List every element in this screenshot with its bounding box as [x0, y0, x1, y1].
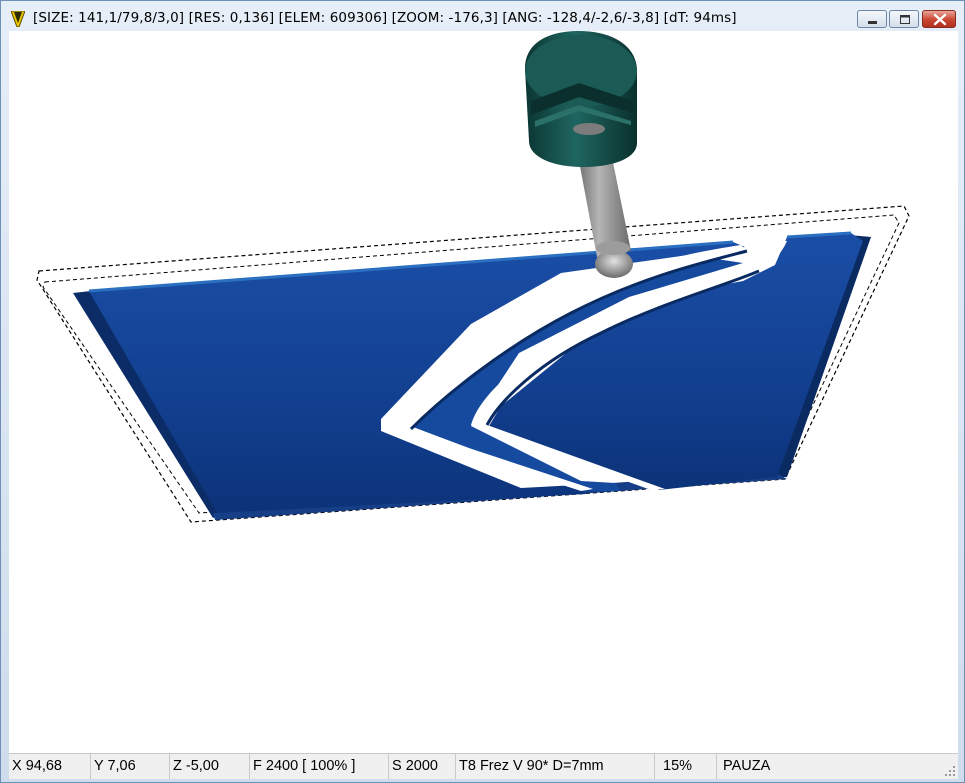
simulator-window: [SIZE: 141,1/79,8/3,0] [RES: 0,136] [ELE… — [0, 0, 965, 783]
milling-tool — [525, 31, 637, 278]
status-y-coordinate: Y 7,06 — [91, 754, 170, 779]
minimize-icon — [868, 21, 877, 24]
tool-shank-collar — [573, 123, 605, 135]
status-spindle-speed: S 2000 — [389, 754, 456, 779]
window-title: [SIZE: 141,1/79,8/3,0] [RES: 0,136] [ELE… — [33, 10, 737, 26]
resize-grip-icon[interactable] — [944, 765, 956, 777]
cnc-simulation-scene — [36, 31, 910, 523]
status-x-coordinate: X 94,68 — [9, 754, 91, 779]
3d-viewport[interactable] — [9, 31, 958, 753]
close-icon — [933, 13, 947, 26]
status-state: PAUZA — [723, 758, 771, 774]
maximize-button[interactable] — [889, 10, 919, 28]
status-bar: X 94,68 Y 7,06 Z -5,00 F 2400 [ 100% ] S… — [9, 753, 958, 779]
status-tool: T8 Frez V 90* D=7mm — [456, 754, 655, 779]
app-logo-icon — [11, 11, 25, 27]
minimize-button[interactable] — [857, 10, 887, 28]
status-z-coordinate: Z -5,00 — [170, 754, 250, 779]
status-feed-rate: F 2400 [ 100% ] — [250, 754, 389, 779]
restore-icon — [900, 15, 910, 24]
title-bar[interactable]: [SIZE: 141,1/79,8/3,0] [RES: 0,136] [ELE… — [1, 1, 964, 31]
close-button[interactable] — [922, 10, 956, 28]
status-progress: 15% — [655, 754, 717, 779]
